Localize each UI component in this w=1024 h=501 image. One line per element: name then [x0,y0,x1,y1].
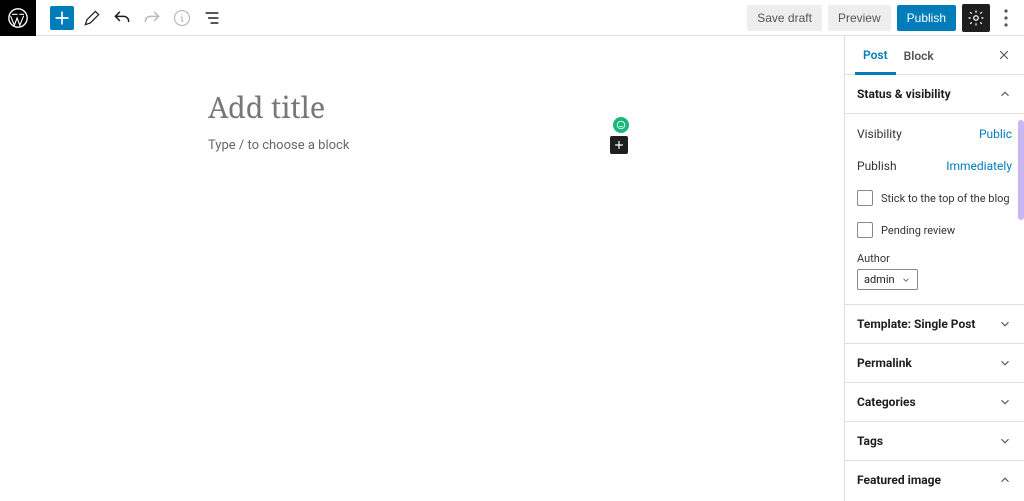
tab-block[interactable]: Block [896,37,942,73]
panel-permalink[interactable]: Permalink [845,344,1024,383]
author-label: Author [857,252,1012,265]
plus-icon [52,8,72,28]
close-icon [997,48,1011,62]
inline-add-block-button[interactable] [610,136,628,154]
pending-review-label: Pending review [881,224,955,237]
chevron-down-icon [998,356,1012,370]
stick-to-top-label: Stick to the top of the blog [881,192,1010,205]
gear-icon [967,9,985,27]
scrollbar[interactable] [1018,120,1024,220]
more-menu-button[interactable] [996,4,1016,32]
close-sidebar-button[interactable] [994,45,1014,65]
info-icon [172,8,192,28]
wordpress-logo[interactable] [0,0,36,36]
pending-review-row: Pending review [857,214,1012,246]
editor-toolbar: Save draft Preview Publish [0,0,1024,36]
pending-review-checkbox[interactable] [857,222,873,238]
panel-heading: Template: Single Post [857,317,975,331]
info-button[interactable] [170,6,194,30]
block-placeholder[interactable]: Type / to choose a block [208,138,349,153]
undo-button[interactable] [110,6,134,30]
readability-badge[interactable] [613,117,629,133]
toolbar-right-group: Save draft Preview Publish [747,4,1016,32]
toolbar-left-group [0,0,224,36]
panel-tags[interactable]: Tags [845,422,1024,461]
outline-button[interactable] [200,6,224,30]
panel-heading: Featured image [857,473,941,487]
redo-icon [142,8,162,28]
undo-icon [112,8,132,28]
publish-row: Publish Immediately [857,150,1012,182]
panel-heading: Tags [857,434,883,448]
panel-featured-image[interactable]: Featured image [845,461,1024,499]
sidebar-tab-row: Post Block [845,36,1024,75]
tools-button[interactable] [80,6,104,30]
panel-template[interactable]: Template: Single Post [845,305,1024,344]
chevron-down-icon [998,395,1012,409]
chevron-up-icon [998,473,1012,487]
visibility-label: Visibility [857,127,902,141]
editor-body: Add title Type / to choose a block Post … [0,36,1024,501]
panel-heading: Permalink [857,356,912,370]
stick-to-top-checkbox[interactable] [857,190,873,206]
chevron-down-icon [998,434,1012,448]
panel-categories[interactable]: Categories [845,383,1024,422]
default-block-row: Type / to choose a block [208,136,628,154]
tab-post[interactable]: Post [855,36,896,75]
panel-status-visibility[interactable]: Status & visibility [845,75,1024,114]
save-draft-button[interactable]: Save draft [747,5,822,31]
author-selected-value: admin [864,273,895,286]
kebab-icon [1004,9,1008,27]
chevron-down-icon [998,317,1012,331]
settings-button[interactable] [962,4,990,32]
pencil-icon [82,8,102,28]
list-icon [202,8,222,28]
publish-label: Publish [857,159,897,173]
redo-button[interactable] [140,6,164,30]
post-title-input[interactable]: Add title [208,88,325,127]
chevron-down-icon [901,275,911,285]
wordpress-icon [7,7,29,29]
editor-canvas[interactable]: Add title Type / to choose a block [0,36,844,501]
preview-button[interactable]: Preview [828,5,891,31]
settings-sidebar: Post Block Status & visibility Visibilit… [844,36,1024,501]
stick-to-top-row: Stick to the top of the blog [857,182,1012,214]
panel-status-body: Visibility Public Publish Immediately St… [845,114,1024,305]
visibility-value[interactable]: Public [979,127,1012,141]
panel-heading: Categories [857,395,916,409]
smile-icon [616,120,626,130]
author-select[interactable]: admin [857,269,918,290]
plus-icon [612,138,626,152]
visibility-row: Visibility Public [857,118,1012,150]
panel-heading: Status & visibility [857,87,951,101]
chevron-up-icon [998,87,1012,101]
publish-button[interactable]: Publish [897,5,956,31]
add-block-button[interactable] [50,6,74,30]
publish-value[interactable]: Immediately [946,159,1012,173]
